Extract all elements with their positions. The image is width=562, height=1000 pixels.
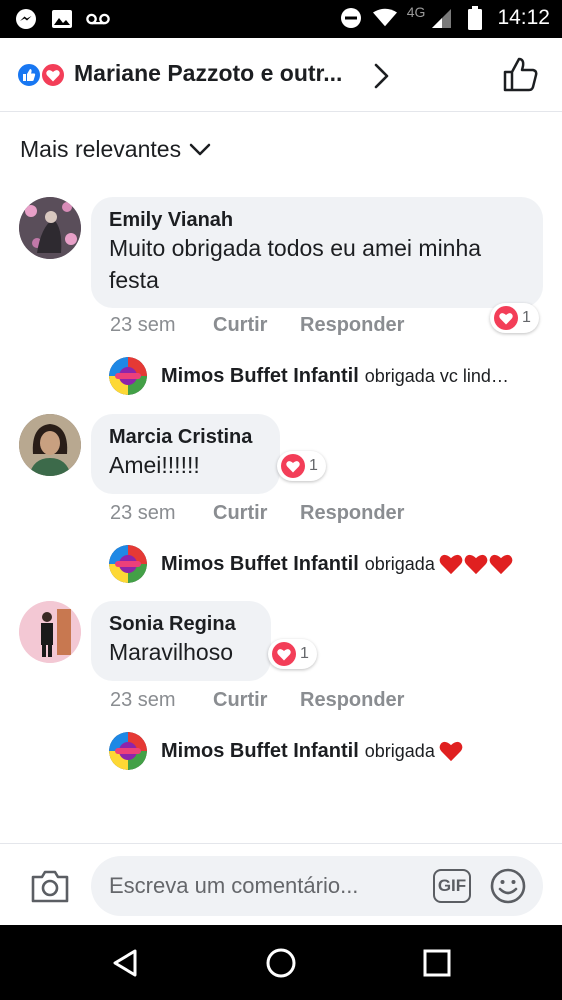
signal-icon: [429, 6, 453, 30]
comment-author[interactable]: Emily Vianah: [109, 208, 525, 232]
comment-composer: GIF: [0, 843, 562, 925]
network-type: 4G: [406, 4, 426, 20]
status-time: 14:12: [497, 6, 550, 29]
reply-preview[interactable]: Mimos Buffet Infantil obrigada vc lind…: [109, 357, 509, 395]
reply-preview[interactable]: Mimos Buffet Infantil obrigada: [109, 545, 513, 583]
reply-comment-button[interactable]: Responder: [300, 689, 404, 712]
reply-hearts: [439, 553, 513, 575]
reply-comment-button[interactable]: Responder: [300, 502, 404, 525]
like-reaction-icon: [16, 62, 42, 88]
reply-preview[interactable]: Mimos Buffet Infantil obrigada: [109, 732, 463, 770]
comment-bubble[interactable]: Sonia Regina Maravilhoso: [91, 601, 271, 681]
android-navigation-bar: [0, 925, 562, 1000]
reaction-badge[interactable]: 1: [490, 303, 539, 333]
chevron-down-icon: [189, 136, 211, 163]
reaction-count: 1: [522, 309, 531, 326]
like-comment-button[interactable]: Curtir: [213, 689, 300, 712]
page-avatar: [109, 545, 147, 583]
comment-text: Muito obrigada todos eu amei minha festa: [109, 235, 482, 293]
reaction-badge[interactable]: 1: [268, 639, 317, 669]
messenger-icon: [14, 7, 38, 31]
like-button-icon[interactable]: [502, 56, 540, 94]
chevron-right-icon[interactable]: [370, 62, 394, 90]
reaction-summary[interactable]: [16, 62, 68, 88]
heart-emoji-icon: [464, 554, 488, 575]
comment-input[interactable]: [91, 856, 543, 916]
recents-icon[interactable]: [421, 947, 453, 979]
reaction-badge[interactable]: 1: [277, 451, 326, 481]
avatar[interactable]: [19, 601, 81, 663]
page-avatar: [109, 357, 147, 395]
heart-emoji-icon: [439, 554, 463, 575]
back-icon[interactable]: [109, 947, 141, 979]
comment-text: Amei!!!!!!: [109, 452, 200, 478]
comment-author[interactable]: Marcia Cristina: [109, 425, 262, 449]
reaction-count: 1: [300, 645, 309, 662]
reply-text: obrigada: [364, 740, 435, 761]
heart-emoji-icon: [489, 554, 513, 575]
page-avatar: [109, 732, 147, 770]
heart-emoji-icon: [439, 741, 463, 762]
comment-time: 23 sem: [110, 689, 176, 711]
love-reaction-icon: [272, 642, 296, 666]
comment-time: 23 sem: [110, 502, 176, 524]
battery-icon: [463, 6, 487, 30]
comment-author[interactable]: Sonia Regina: [109, 612, 253, 636]
status-bar: 4G 14:12: [0, 0, 562, 38]
do-not-disturb-icon: [339, 6, 363, 30]
avatar[interactable]: [19, 197, 81, 259]
reply-text: obrigada vc lind…: [364, 365, 509, 386]
reply-comment-button[interactable]: Responder: [300, 314, 404, 337]
reply-author[interactable]: Mimos Buffet Infantil: [161, 553, 359, 576]
like-comment-button[interactable]: Curtir: [213, 314, 300, 337]
camera-icon[interactable]: [30, 868, 70, 904]
image-icon: [50, 7, 74, 31]
sort-dropdown[interactable]: Mais relevantes: [20, 136, 211, 163]
reply-hearts: [439, 740, 463, 762]
emoji-icon[interactable]: [490, 868, 526, 904]
reaction-count: 1: [309, 457, 318, 474]
love-reaction-icon: [40, 62, 66, 88]
gif-button[interactable]: GIF: [433, 869, 471, 903]
comment-actions: 23 sem Curtir Responder: [110, 689, 404, 712]
comment-actions: 23 sem Curtir Responder: [110, 314, 404, 337]
love-reaction-icon: [281, 454, 305, 478]
comment-bubble[interactable]: Emily Vianah Muito obrigada todos eu ame…: [91, 197, 543, 308]
reactors-title[interactable]: Mariane Pazzoto e outr...: [74, 60, 342, 87]
reply-author[interactable]: Mimos Buffet Infantil: [161, 365, 359, 388]
comment-text: Maravilhoso: [109, 639, 233, 665]
sort-label: Mais relevantes: [20, 136, 182, 162]
post-header: Mariane Pazzoto e outr...: [0, 38, 562, 112]
home-icon[interactable]: [265, 947, 297, 979]
love-reaction-icon: [494, 306, 518, 330]
comment-bubble[interactable]: Marcia Cristina Amei!!!!!!: [91, 414, 280, 494]
reply-author[interactable]: Mimos Buffet Infantil: [161, 740, 359, 763]
reply-text: obrigada: [364, 553, 435, 574]
voicemail-icon: [86, 7, 110, 31]
wifi-icon: [372, 6, 397, 30]
avatar[interactable]: [19, 414, 81, 476]
comment-time: 23 sem: [110, 314, 176, 336]
comment-actions: 23 sem Curtir Responder: [110, 502, 404, 525]
like-comment-button[interactable]: Curtir: [213, 502, 300, 525]
